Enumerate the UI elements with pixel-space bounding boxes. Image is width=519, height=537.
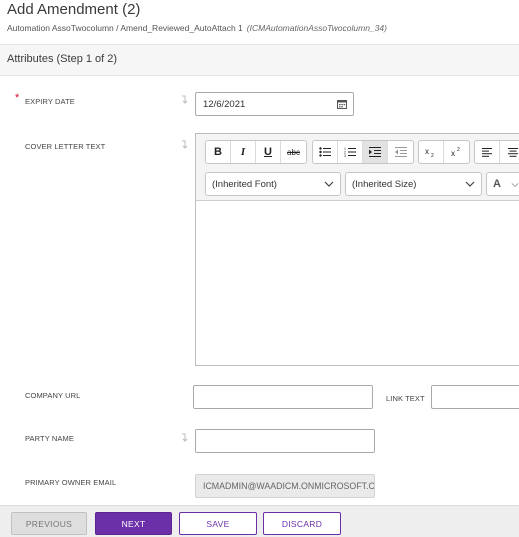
discard-button[interactable]: DISCARD <box>263 512 341 535</box>
align-center-icon[interactable] <box>500 141 519 163</box>
indent-icon[interactable] <box>363 141 388 163</box>
step-header: Attributes (Step 1 of 2) <box>0 44 519 76</box>
save-button[interactable]: SAVE <box>179 512 257 535</box>
previous-button[interactable]: PREVIOUS <box>11 512 87 535</box>
superscript-icon[interactable]: x2 <box>444 141 469 163</box>
align-left-icon[interactable] <box>475 141 500 163</box>
step-label: Attributes (Step 1 of 2) <box>7 53 118 65</box>
svg-text:x: x <box>451 149 455 157</box>
help-icon[interactable] <box>180 95 188 105</box>
expiry-date-label: EXPIRY DATE <box>25 97 75 106</box>
link-text-input[interactable] <box>431 385 519 409</box>
outdent-icon[interactable] <box>388 141 413 163</box>
font-family-select[interactable]: (Inherited Font) <box>205 172 341 196</box>
svg-text:x: x <box>425 147 429 156</box>
script-group: x2 x2 <box>418 140 470 164</box>
strikethrough-button[interactable]: abc <box>281 141 306 163</box>
svg-text:2: 2 <box>431 153 434 157</box>
chevron-down-icon <box>465 181 475 187</box>
footer-actions: PREVIOUS NEXT SAVE DISCARD <box>0 505 519 537</box>
list-group: 123 <box>312 140 414 164</box>
party-name-input[interactable] <box>195 429 375 453</box>
expiry-date-input[interactable]: 12/6/2021 <box>195 92 354 116</box>
breadcrumb-path: Automation AssoTwocolumn / Amend_Reviewe… <box>7 23 243 33</box>
add-amendment-page: Add Amendment (2) Automation AssoTwocolu… <box>0 0 519 537</box>
bullet-list-icon[interactable] <box>313 141 338 163</box>
numbered-list-icon[interactable]: 123 <box>338 141 363 163</box>
font-color-button[interactable]: A <box>486 172 519 196</box>
calendar-icon[interactable] <box>337 99 347 109</box>
rich-text-editor: B I U abc 123 x 2 x 2 (Inherited Font) (… <box>195 133 519 366</box>
primary-owner-email-label: PRIMARY OWNER EMAIL <box>25 478 117 487</box>
party-name-label: PARTY NAME <box>25 434 74 443</box>
help-icon[interactable] <box>180 433 188 443</box>
required-indicator: * <box>15 92 20 104</box>
editor-toolbar: B I U abc 123 x 2 x 2 (Inherited Font) (… <box>196 134 519 201</box>
chevron-down-icon <box>511 183 519 188</box>
expiry-date-value: 12/6/2021 <box>203 98 246 110</box>
text-style-group: B I U abc <box>205 140 307 164</box>
svg-text:2: 2 <box>457 147 460 153</box>
company-url-input[interactable] <box>193 385 373 409</box>
bold-button[interactable]: B <box>206 141 231 163</box>
align-group <box>474 140 519 164</box>
primary-owner-email-field: ICMADMIN@WAADICM.ONMICROSOFT.COM <box>195 474 375 498</box>
chevron-down-icon <box>324 181 334 187</box>
help-icon[interactable] <box>180 140 188 150</box>
page-title: Add Amendment (2) <box>7 1 141 18</box>
cover-letter-label: COVER LETTER TEXT <box>25 142 106 151</box>
editor-content-area[interactable] <box>196 202 519 366</box>
breadcrumb: Automation AssoTwocolumn / Amend_Reviewe… <box>7 23 387 33</box>
font-color-icon: A <box>493 178 501 190</box>
font-family-value: (Inherited Font) <box>212 178 277 190</box>
italic-button[interactable]: I <box>231 141 256 163</box>
underline-button[interactable]: U <box>256 141 281 163</box>
font-size-select[interactable]: (Inherited Size) <box>345 172 482 196</box>
svg-text:3: 3 <box>344 154 346 157</box>
subscript-icon[interactable]: x2 <box>419 141 444 163</box>
font-size-value: (Inherited Size) <box>352 178 417 190</box>
breadcrumb-code: (ICMAutomationAssoTwocolumn_34) <box>246 23 387 33</box>
company-url-label: COMPANY URL <box>25 391 81 400</box>
link-text-label: LINK TEXT <box>386 394 425 403</box>
next-button[interactable]: NEXT <box>95 512 172 535</box>
